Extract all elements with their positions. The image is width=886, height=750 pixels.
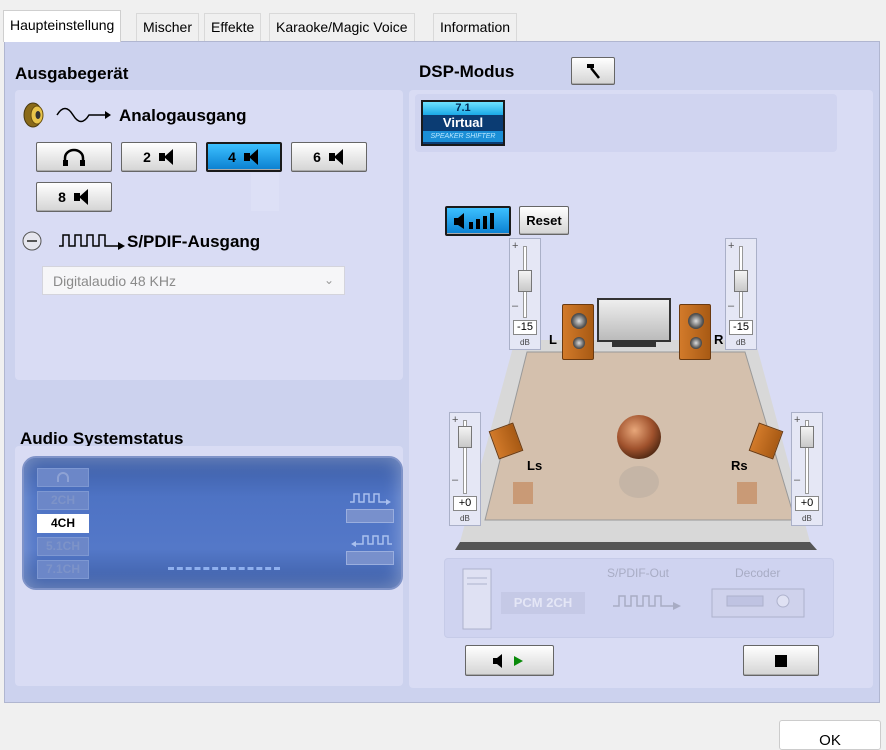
virtual-71-bottom: SPEAKER SHIFTER — [423, 131, 503, 142]
status-51ch: 5.1CH — [37, 537, 89, 556]
4ch-button[interactable]: 4 — [206, 142, 282, 172]
db-unit-label: dB — [802, 514, 812, 523]
level-meter — [168, 567, 280, 570]
front-right-speaker — [679, 304, 711, 360]
6ch-button[interactable]: 6 — [291, 142, 367, 172]
virtual-71-mid: Virtual — [442, 115, 484, 130]
speaker-volume-button[interactable] — [445, 206, 511, 236]
label-ls: Ls — [527, 458, 543, 473]
2ch-button[interactable]: 2 — [121, 142, 197, 172]
8ch-button[interactable]: 8 — [36, 182, 112, 212]
status-2ch: 2CH — [37, 491, 89, 510]
volume-bars-icon — [454, 213, 494, 229]
selection-shadow — [251, 173, 279, 211]
db-unit-label: dB — [520, 338, 530, 347]
4ch-label: 4 — [228, 149, 236, 165]
ok-button[interactable]: OK — [779, 720, 881, 750]
plus-label: + — [728, 240, 735, 252]
analog-output-label: Analogausgang — [119, 106, 247, 125]
spdif-out-label: S/PDIF-Out — [607, 566, 670, 580]
spdif-format-value: Digitalaudio 48 KHz — [53, 273, 176, 289]
front-left-db: -15 — [513, 320, 537, 335]
front-right-db: -15 — [729, 320, 753, 335]
rear-right-slider-thumb[interactable] — [800, 426, 814, 448]
minus-label: – — [728, 300, 735, 312]
rear-left-db: +0 — [453, 496, 477, 511]
tab-haupteinstellung[interactable]: Haupteinstellung — [3, 10, 122, 42]
headphones-icon — [63, 148, 85, 166]
headphones-icon — [57, 472, 69, 482]
speaker-icon — [328, 149, 345, 165]
speaker-icon — [73, 189, 90, 205]
spdif-format-select[interactable]: Digitalaudio 48 KHz ⌄ — [42, 266, 345, 295]
minus-label: – — [452, 474, 459, 486]
spdif-output-label: S/PDIF-Ausgang — [127, 232, 261, 251]
audio-status-display: 2CH 4CH 5.1CH 7.1CH — [22, 456, 403, 590]
hammer-icon — [587, 64, 600, 79]
front-left-speaker — [562, 304, 594, 360]
spdif-out-field — [346, 509, 394, 523]
output-device-heading: Ausgabegerät — [15, 64, 129, 83]
minus-label: – — [512, 300, 519, 312]
label-r: R — [714, 332, 724, 347]
decoder-icon — [711, 588, 805, 618]
front-right-slider-thumb[interactable] — [734, 270, 748, 292]
status-4ch: 4CH — [37, 514, 89, 533]
dsp-mode-heading: DSP-Modus — [419, 62, 515, 81]
spdif-icon — [22, 231, 125, 251]
dsp-settings-button[interactable] — [571, 57, 615, 85]
tab-karaoke[interactable]: Karaoke/Magic Voice — [269, 13, 415, 41]
tv-screen — [597, 298, 671, 342]
headphones-button[interactable] — [36, 142, 112, 172]
virtual-71-button[interactable]: 7.1 Virtual SPEAKER SHIFTER — [421, 100, 505, 146]
plus-label: + — [794, 414, 801, 426]
tab-effekte[interactable]: Effekte — [204, 13, 262, 41]
minus-label: – — [794, 474, 801, 486]
stop-icon — [775, 654, 787, 667]
sound-manager-window: Haupteinstellung Mischer Effekte Karaoke… — [0, 0, 886, 750]
play-icon — [492, 653, 523, 668]
status-71ch: 7.1CH — [37, 560, 89, 579]
8ch-label: 8 — [58, 189, 66, 205]
chevron-down-icon: ⌄ — [323, 273, 334, 287]
rear-right-db: +0 — [795, 496, 819, 511]
pcm-indicator: PCM 2CH — [501, 592, 585, 614]
analog-speaker-icon — [23, 102, 111, 128]
tv-stand — [612, 340, 656, 347]
plus-label: + — [512, 240, 519, 252]
reset-button[interactable]: Reset — [519, 206, 569, 235]
spdif-signal-icon — [613, 595, 681, 610]
6ch-label: 6 — [313, 149, 321, 165]
decoder-label: Decoder — [735, 566, 781, 580]
main-panel: Ausgabegerät Analogausgang 2 4 6 8 S/PDI… — [4, 41, 880, 703]
label-rs: Rs — [731, 458, 748, 473]
test-play-button[interactable] — [465, 645, 554, 676]
tab-mischer[interactable]: Mischer — [136, 13, 200, 41]
virtual-71-top: 7.1 — [423, 102, 503, 115]
tab-information[interactable]: Information — [433, 13, 518, 41]
speaker-icon — [243, 149, 260, 165]
label-l: L — [549, 332, 557, 347]
rear-right-reflection — [737, 482, 757, 504]
db-unit-label: dB — [460, 514, 470, 523]
front-left-slider-thumb[interactable] — [518, 270, 532, 292]
pc-tower-icon — [462, 568, 492, 630]
db-unit-label: dB — [736, 338, 746, 347]
spdif-in-field — [346, 551, 394, 565]
2ch-label: 2 — [143, 149, 151, 165]
status-headphone — [37, 468, 89, 487]
plus-label: + — [452, 414, 459, 426]
speaker-icon — [158, 149, 175, 165]
rear-left-reflection — [513, 482, 533, 504]
stop-button[interactable] — [743, 645, 819, 676]
rear-left-slider-thumb[interactable] — [458, 426, 472, 448]
